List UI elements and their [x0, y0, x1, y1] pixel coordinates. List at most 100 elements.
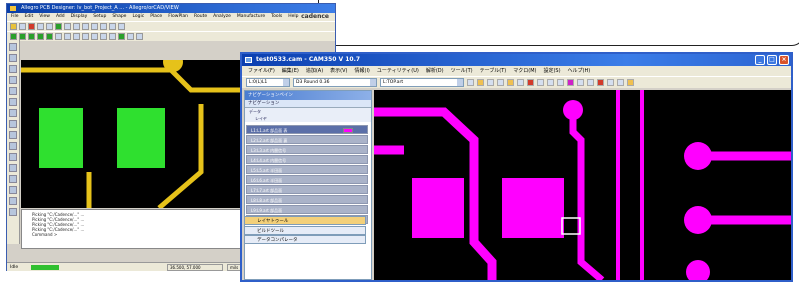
delete-icon[interactable]	[527, 79, 534, 86]
zoom-in-icon[interactable]	[537, 79, 544, 86]
allegro-title-bar[interactable]: Allegro PCB Designer: lv_bot_Project_A .…	[7, 4, 335, 13]
data-compare-button[interactable]: データコンパレータ	[244, 235, 366, 244]
tool-icon[interactable]	[9, 164, 17, 172]
pan-icon[interactable]	[118, 23, 125, 30]
tool-icon[interactable]	[9, 98, 17, 106]
tool-icon[interactable]	[9, 65, 17, 73]
undo-icon[interactable]	[37, 23, 44, 30]
cam350-title-bar[interactable]: test0533.cam - CAM350 V 10.7 _ □ ×	[242, 54, 791, 66]
refresh-icon[interactable]	[91, 23, 98, 30]
active-layer-combo[interactable]: L:TOP.art	[380, 78, 464, 87]
save-icon[interactable]	[19, 23, 26, 30]
copy-icon[interactable]	[517, 79, 524, 86]
menu-item[interactable]: 追加(A)	[306, 66, 323, 76]
menu-item[interactable]: Display	[71, 13, 88, 21]
minimize-icon[interactable]: _	[755, 55, 765, 65]
menu-item[interactable]: 解析(D)	[426, 66, 444, 76]
menu-item[interactable]: Place	[150, 13, 162, 21]
open-icon[interactable]	[477, 79, 484, 86]
tool-icon[interactable]	[9, 54, 17, 62]
menu-item[interactable]: 情報(I)	[355, 66, 370, 76]
tool-icon[interactable]	[9, 87, 17, 95]
shape-icon[interactable]	[64, 33, 71, 40]
shape-icon[interactable]	[73, 33, 80, 40]
tool-icon[interactable]	[9, 120, 17, 128]
build-tool-button[interactable]: ビルドツール	[244, 226, 366, 235]
color-icon[interactable]	[118, 33, 125, 40]
tool-icon[interactable]	[9, 197, 17, 205]
layer-row[interactable]: L7:L7.art 部品面	[246, 185, 368, 194]
close-icon[interactable]: ×	[779, 55, 789, 65]
tool-icon[interactable]	[9, 186, 17, 194]
layer-row[interactable]: L2:L2.art 部品面 裏	[246, 135, 368, 144]
zoom-out-icon[interactable]	[73, 23, 80, 30]
query-icon[interactable]	[607, 79, 614, 86]
shape-icon[interactable]	[55, 33, 62, 40]
menu-item[interactable]: Analyze	[213, 13, 231, 21]
menu-item[interactable]: Setup	[93, 13, 106, 21]
zoom-in-icon[interactable]	[64, 23, 71, 30]
menu-item[interactable]: File	[11, 13, 19, 21]
tool-icon[interactable]	[9, 142, 17, 150]
menu-item[interactable]: Edit	[25, 13, 34, 21]
tool-icon[interactable]	[9, 131, 17, 139]
layer-icon[interactable]	[19, 33, 26, 40]
zoom-fit-icon[interactable]	[82, 23, 89, 30]
open-icon[interactable]	[10, 23, 17, 30]
highlight-icon[interactable]	[567, 79, 574, 86]
tool-icon[interactable]	[9, 153, 17, 161]
menu-item[interactable]: ヘルプ(H)	[568, 66, 591, 76]
menu-item[interactable]: Tools	[271, 13, 282, 21]
tool-icon[interactable]	[9, 109, 17, 117]
menu-item[interactable]: Manufacture	[237, 13, 265, 21]
menu-item[interactable]: FlowPlan	[168, 13, 188, 21]
menu-item[interactable]: Route	[194, 13, 207, 21]
measure-icon[interactable]	[109, 23, 116, 30]
layer-icon[interactable]	[37, 33, 44, 40]
snap-icon[interactable]	[627, 79, 634, 86]
menu-item[interactable]: 編集(E)	[282, 66, 299, 76]
menu-item[interactable]: Add	[56, 13, 65, 21]
layer-tool-button[interactable]: レイヤトゥール	[244, 216, 366, 225]
tool-icon[interactable]	[127, 33, 134, 40]
menu-item[interactable]: ファイル(F)	[248, 66, 275, 76]
menu-item[interactable]: Shape	[112, 13, 126, 21]
shape-icon[interactable]	[100, 33, 107, 40]
layer-color-swatch[interactable]	[343, 128, 353, 133]
grid-icon[interactable]	[617, 79, 624, 86]
new-icon[interactable]	[467, 79, 474, 86]
layer-row[interactable]: L1:L1.art 部品面 表	[246, 125, 368, 134]
measure-icon[interactable]	[587, 79, 594, 86]
zoom-window-icon[interactable]	[557, 79, 564, 86]
tool-icon[interactable]	[136, 33, 143, 40]
layer-icon[interactable]	[46, 33, 53, 40]
shape-icon[interactable]	[109, 33, 116, 40]
tool-icon[interactable]	[9, 43, 17, 51]
tool-icon[interactable]	[9, 208, 17, 216]
menu-item[interactable]: ユーティリティ(U)	[377, 66, 419, 76]
menu-item[interactable]: 表示(V)	[330, 66, 347, 76]
menu-item[interactable]: View	[39, 13, 50, 21]
layer-row[interactable]: L3:L3.art 内層信号	[246, 145, 368, 154]
redo-icon[interactable]	[46, 23, 53, 30]
layer-row[interactable]: L8:L8.art 部品面	[246, 195, 368, 204]
layer-combo[interactable]: L:0(L)L1	[246, 78, 290, 87]
shape-icon[interactable]	[91, 33, 98, 40]
cut-icon[interactable]	[507, 79, 514, 86]
menu-item[interactable]: 設定(S)	[543, 66, 560, 76]
route-icon[interactable]	[55, 23, 62, 30]
layer-row[interactable]: L5:L5.art 半田面	[246, 165, 368, 174]
stop-icon[interactable]	[597, 79, 604, 86]
menu-item[interactable]: テーブル(T)	[480, 66, 507, 76]
layer-section-label[interactable]: レイヤ	[245, 115, 371, 122]
layer-row[interactable]: L6:L6.art 半田面	[246, 175, 368, 184]
save-icon[interactable]	[487, 79, 494, 86]
grid-icon[interactable]	[100, 23, 107, 30]
print-icon[interactable]	[497, 79, 504, 86]
shape-icon[interactable]	[82, 33, 89, 40]
layer-icon[interactable]	[10, 33, 17, 40]
tool-icon[interactable]	[9, 76, 17, 84]
data-section-label[interactable]: データ	[245, 108, 371, 115]
layer-row[interactable]: L9:L9.art 部品面	[246, 205, 368, 214]
zoom-out-icon[interactable]	[547, 79, 554, 86]
